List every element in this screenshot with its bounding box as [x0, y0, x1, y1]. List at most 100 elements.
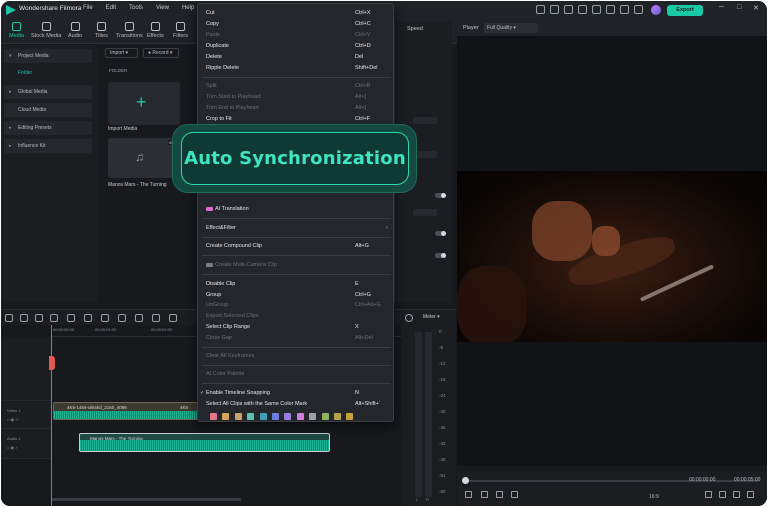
- delete-icon[interactable]: [67, 314, 75, 322]
- prev-frame-icon[interactable]: [465, 491, 472, 498]
- menu-item-copy[interactable]: Copy: [206, 21, 219, 27]
- property-toggle[interactable]: [435, 193, 446, 198]
- layout-icon[interactable]: [564, 5, 573, 14]
- fullscreen-icon[interactable]: [747, 491, 754, 498]
- menu-file[interactable]: File: [83, 5, 93, 11]
- menu-item-group[interactable]: Group: [206, 292, 221, 298]
- menu-view[interactable]: View: [156, 5, 169, 11]
- cloud-icon[interactable]: [606, 5, 615, 14]
- color-mark-swatch[interactable]: [222, 413, 230, 420]
- tab-transitions[interactable]: Transitions: [116, 22, 143, 39]
- menu-item-ungroup[interactable]: UnGroup: [206, 302, 228, 308]
- menu-item-ripple-delete[interactable]: Ripple Delete: [206, 65, 239, 71]
- video-preview[interactable]: [457, 171, 767, 342]
- tab-filters[interactable]: Filters: [173, 22, 188, 39]
- menu-item-paste[interactable]: Paste: [206, 32, 220, 38]
- gift-icon[interactable]: [536, 5, 545, 14]
- text-icon[interactable]: [118, 314, 126, 322]
- menu-item-crop-to-fit[interactable]: Crop to Fit: [206, 116, 232, 122]
- color-mark-swatch[interactable]: [259, 413, 267, 420]
- color-mark-swatch[interactable]: [234, 413, 242, 420]
- playhead[interactable]: [51, 325, 52, 506]
- menu-item-select-clip-range[interactable]: Select Clip Range: [206, 324, 250, 330]
- menu-item-close-gap[interactable]: Close Gap: [206, 335, 232, 341]
- sidebar-item-cloud-media[interactable]: Cloud Media: [4, 103, 92, 117]
- menu-item-export-selected[interactable]: Export Selected Clips: [206, 313, 259, 319]
- menu-item-effect-filter[interactable]: Effect&Filter: [206, 225, 236, 231]
- menu-tools[interactable]: Tools: [129, 5, 143, 11]
- color-mark-swatch[interactable]: [284, 413, 292, 420]
- record-dropdown[interactable]: ● Record ▾: [143, 48, 179, 58]
- close-icon[interactable]: ✕: [753, 4, 759, 12]
- import-dropdown[interactable]: Import ▾: [105, 48, 138, 58]
- menu-item-create-multicam[interactable]: Create Multi-Camera Clip: [206, 262, 277, 268]
- step-back-icon[interactable]: [481, 491, 488, 498]
- menu-item-create-compound-clip[interactable]: Create Compound Clip: [206, 243, 262, 249]
- property-toggle[interactable]: [435, 231, 446, 236]
- add-track-icon[interactable]: [405, 314, 413, 322]
- crop-icon[interactable]: [101, 314, 109, 322]
- menu-item-ai-color-palette[interactable]: AI Color Palette: [206, 371, 245, 377]
- more-icon[interactable]: [169, 314, 177, 322]
- meter-dropdown[interactable]: Meter ▾: [423, 314, 440, 320]
- color-mark-swatch[interactable]: [346, 413, 354, 420]
- save-icon[interactable]: [592, 5, 601, 14]
- minimize-icon[interactable]: ─: [719, 4, 724, 11]
- tab-stock-media[interactable]: Stock Media: [31, 22, 61, 39]
- track-mute-icon[interactable]: ⌂ ◉ ♪: [7, 445, 17, 450]
- transform-icon[interactable]: [135, 314, 143, 322]
- layout-icon[interactable]: [5, 314, 13, 322]
- tab-speed[interactable]: Speed: [407, 26, 423, 32]
- color-mark-swatch[interactable]: [210, 413, 217, 420]
- sidebar-item-influence-kit[interactable]: ▸ Influence Kit: [4, 139, 92, 153]
- tab-effects[interactable]: Effects: [147, 22, 164, 39]
- menu-edit[interactable]: Edit: [106, 5, 116, 11]
- color-mark-swatch[interactable]: [272, 413, 279, 420]
- tab-audio[interactable]: Audio: [68, 22, 82, 39]
- export-button[interactable]: Export: [667, 5, 703, 16]
- property-toggle[interactable]: [435, 253, 446, 258]
- sidebar-item-project-media[interactable]: ▾ Project Media: [4, 49, 92, 63]
- color-mark-swatch[interactable]: [321, 413, 329, 420]
- monitor-icon[interactable]: [578, 5, 587, 14]
- video-clip[interactable]: 4K5-1464-ultrahd_2160_4096 4K5: [53, 402, 201, 420]
- tab-media[interactable]: Media: [9, 22, 24, 39]
- redo-icon[interactable]: [50, 314, 58, 322]
- menu-item-select-same-color[interactable]: Select All Clips with the Same Color Mar…: [206, 401, 307, 407]
- undo-icon[interactable]: [35, 314, 43, 322]
- menu-item-duplicate[interactable]: Duplicate: [206, 43, 229, 49]
- color-mark-swatch[interactable]: [309, 413, 317, 420]
- menu-item-disable-clip[interactable]: Disable Clip: [206, 281, 235, 287]
- color-mark-swatch[interactable]: [334, 413, 341, 420]
- grid-icon[interactable]: [550, 5, 559, 14]
- speed-icon[interactable]: [152, 314, 160, 322]
- audio-clip[interactable]: Manos Mars - The Turning: [79, 433, 330, 452]
- stop-icon[interactable]: [511, 491, 518, 498]
- color-mark-swatch[interactable]: [296, 413, 304, 420]
- property-field[interactable]: [413, 117, 437, 124]
- avatar[interactable]: [651, 5, 661, 15]
- track-lock-icon[interactable]: ⌂ ◉ ☉: [7, 417, 19, 422]
- volume-icon[interactable]: [733, 491, 740, 498]
- menu-item-cut[interactable]: Cut: [206, 10, 215, 16]
- quality-dropdown[interactable]: Full Quality ▾: [484, 23, 538, 33]
- menu-item-clear-keyframes[interactable]: Clear All Keyframes: [206, 353, 254, 359]
- scrubber-handle[interactable]: [462, 477, 469, 484]
- select-icon[interactable]: [20, 314, 28, 322]
- sidebar-item-global-media[interactable]: ▸ Global Media: [4, 85, 92, 99]
- tab-titles[interactable]: Titles: [95, 22, 108, 39]
- menu-help[interactable]: Help: [182, 5, 194, 11]
- sidebar-item-folder[interactable]: Folder: [18, 70, 32, 76]
- menu-item-split[interactable]: Split: [206, 83, 217, 89]
- import-media-tile[interactable]: +: [108, 82, 180, 125]
- snapshot-icon[interactable]: [705, 491, 712, 498]
- play-icon[interactable]: [496, 491, 503, 498]
- bell-icon[interactable]: [634, 5, 643, 14]
- split-icon[interactable]: [84, 314, 92, 322]
- color-mark-swatch[interactable]: [247, 413, 255, 420]
- menu-item-enable-snapping[interactable]: Enable Timeline Snapping: [206, 390, 270, 396]
- maximize-icon[interactable]: □: [737, 4, 741, 11]
- menu-item-delete[interactable]: Delete: [206, 54, 222, 60]
- display-icon[interactable]: [719, 491, 726, 498]
- sidebar-item-editing-presets[interactable]: ▸ Editing Presets: [4, 121, 92, 135]
